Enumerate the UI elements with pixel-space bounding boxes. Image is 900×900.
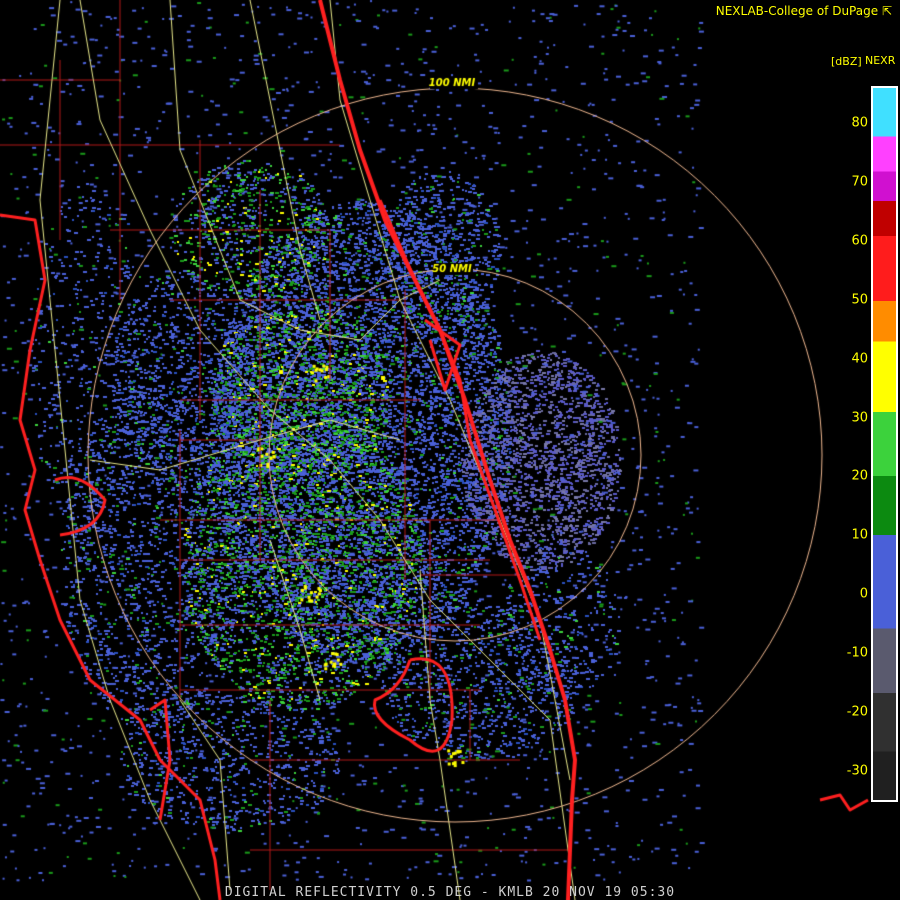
cursor-arrow-icon: ⇱ [881, 4, 892, 18]
scale-tick-label: -30 [846, 763, 868, 779]
color-scale-bar [871, 86, 898, 802]
scale-tick-label: 30 [851, 410, 868, 426]
legend-product: NEXR [865, 54, 896, 67]
scale-tick-label: 20 [851, 468, 868, 484]
scale-tick-label: 70 [851, 174, 868, 190]
scale-tick-label: 80 [851, 115, 868, 131]
scale-tick-label: 60 [851, 233, 868, 249]
scale-tick-label: -10 [846, 645, 868, 661]
scale-tick-label: 0 [859, 586, 868, 602]
scale-tick-label: 50 [851, 292, 868, 308]
scale-tick-label: 40 [851, 351, 868, 367]
scale-tick-label: 10 [851, 527, 868, 543]
color-scale-labels: 80 70 60 50 40 30 20 10 0 -10 -20 -30 [820, 0, 868, 900]
radar-reflectivity-map [0, 0, 900, 900]
product-caption: DIGITAL REFLECTIVITY 0.5 DEG - KMLB 20 N… [224, 885, 676, 900]
scale-tick-label: -20 [846, 704, 868, 720]
